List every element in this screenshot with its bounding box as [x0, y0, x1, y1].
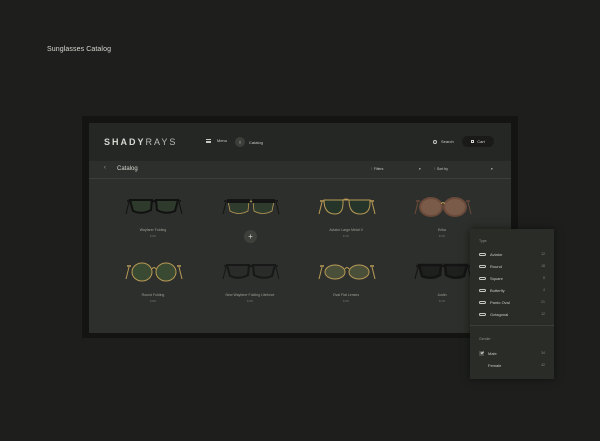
catalog-button[interactable]: ⠿ Catalog [235, 137, 263, 147]
sort-label: Sort by [436, 167, 448, 171]
type-count: 8 [543, 276, 545, 280]
filter-icon: ⫶ [371, 167, 372, 171]
product-name: Aviator Large Metal II [329, 228, 363, 232]
type-count: 18 [541, 264, 545, 268]
product-price: $145 [342, 234, 350, 238]
search-button[interactable]: Search [433, 139, 454, 144]
search-icon [433, 139, 437, 144]
sort-button[interactable]: ⫶ Sort by [434, 167, 448, 171]
type-label: Round [490, 263, 502, 269]
gender-count: 34 [541, 351, 545, 355]
type-label: Square [490, 275, 503, 281]
product-card[interactable]: Round Folding $185 [103, 251, 203, 321]
top-bar: SHADYRAYS Menu ⠿ Catalog Search Cart [89, 123, 511, 161]
product-card[interactable]: Oval Flat Lenses $155 [296, 251, 396, 321]
sort-dropdown-chevron-icon[interactable]: ▾ [491, 167, 493, 171]
menu-label: Menu [217, 138, 228, 143]
product-price: $165 [149, 234, 157, 238]
filters-button[interactable]: ⫶ Filters [371, 167, 383, 171]
gender-filter-option[interactable]: Female 42 [479, 360, 545, 370]
type-label: Butterfly [490, 287, 505, 293]
gender-count: 42 [541, 363, 545, 367]
hamburger-icon [206, 138, 211, 143]
filter-panel: Type Aviator 12 Round 18 Square 8 Butter… [470, 229, 554, 379]
product-price: $165 [246, 299, 254, 303]
gender-header: Gender [479, 337, 491, 341]
glasses-shape-icon [479, 300, 486, 304]
gender-label: Male [488, 350, 497, 356]
page-title: Sunglasses Catalog [47, 46, 112, 53]
type-count: 12 [541, 312, 545, 316]
checkbox[interactable] [479, 363, 484, 368]
glasses-shape-icon [479, 312, 486, 316]
cart-button[interactable]: Cart [462, 136, 494, 147]
type-filter-option[interactable]: Butterfly 4 [479, 285, 545, 295]
type-filter-option[interactable]: Panto Oval 21 [479, 297, 545, 307]
product-name: Oval Flat Lenses [332, 293, 360, 297]
add-to-cart-button[interactable]: + [244, 230, 257, 243]
gender-label: Female [488, 362, 502, 368]
bag-icon [471, 140, 475, 143]
search-label: Search [441, 139, 454, 144]
product-card[interactable]: Wayfarer Folding $165 [103, 186, 203, 256]
type-count: 4 [543, 288, 545, 292]
product-card[interactable]: New Wayfarer Folding Liteforce $165 [200, 251, 300, 321]
cart-label: Cart [477, 139, 485, 144]
type-label: Panto Oval [490, 299, 510, 305]
sort-icon: ⫶ [434, 167, 435, 171]
filters-label: Filters [373, 167, 384, 171]
type-filter-option[interactable]: Square 8 [479, 273, 545, 283]
product-name: Wayfarer Folding [139, 228, 167, 232]
product-price: $185 [149, 299, 157, 303]
menu-button[interactable]: Menu [206, 138, 227, 143]
product-price: $155 [342, 299, 350, 303]
product-name: New Wayfarer Folding Liteforce [225, 293, 275, 297]
catalog-label: Catalog [249, 139, 263, 145]
product-card[interactable] [200, 186, 300, 256]
product-name: Round Folding [141, 293, 165, 297]
type-count: 21 [541, 300, 545, 304]
filter-divider [470, 325, 554, 326]
logo[interactable]: SHADYRAYS [104, 137, 177, 147]
glasses-shape-icon [479, 276, 486, 280]
type-count: 12 [541, 252, 545, 256]
type-filter-option[interactable]: Aviator 12 [479, 249, 545, 259]
app-window: SHADYRAYS Menu ⠿ Catalog Search Cart ‹ C… [89, 123, 511, 333]
gender-filter-option[interactable]: Male 34 [479, 348, 545, 358]
type-header: Type [479, 239, 487, 243]
catalog-toolbar: ‹ Catalog ⫶ Filters ▾ ⫶ Sort by ▾ [89, 161, 511, 179]
back-arrow-icon[interactable]: ‹ [104, 165, 106, 171]
catalog-heading: Catalog [117, 166, 138, 172]
glasses-shape-icon [479, 288, 486, 292]
checkbox[interactable] [479, 350, 484, 356]
glasses-shape-icon [479, 264, 486, 268]
glasses-shape-icon [479, 252, 486, 256]
product-card[interactable]: Aviator Large Metal II $145 [296, 186, 396, 256]
type-filter-option[interactable]: Octagonal 12 [479, 309, 545, 319]
filters-dropdown-chevron-icon[interactable]: ▾ [419, 167, 421, 171]
type-label: Aviator [490, 251, 503, 257]
type-filter-option[interactable]: Round 18 [479, 261, 545, 271]
type-label: Octagonal [490, 311, 509, 317]
grid-icon: ⠿ [235, 137, 245, 147]
